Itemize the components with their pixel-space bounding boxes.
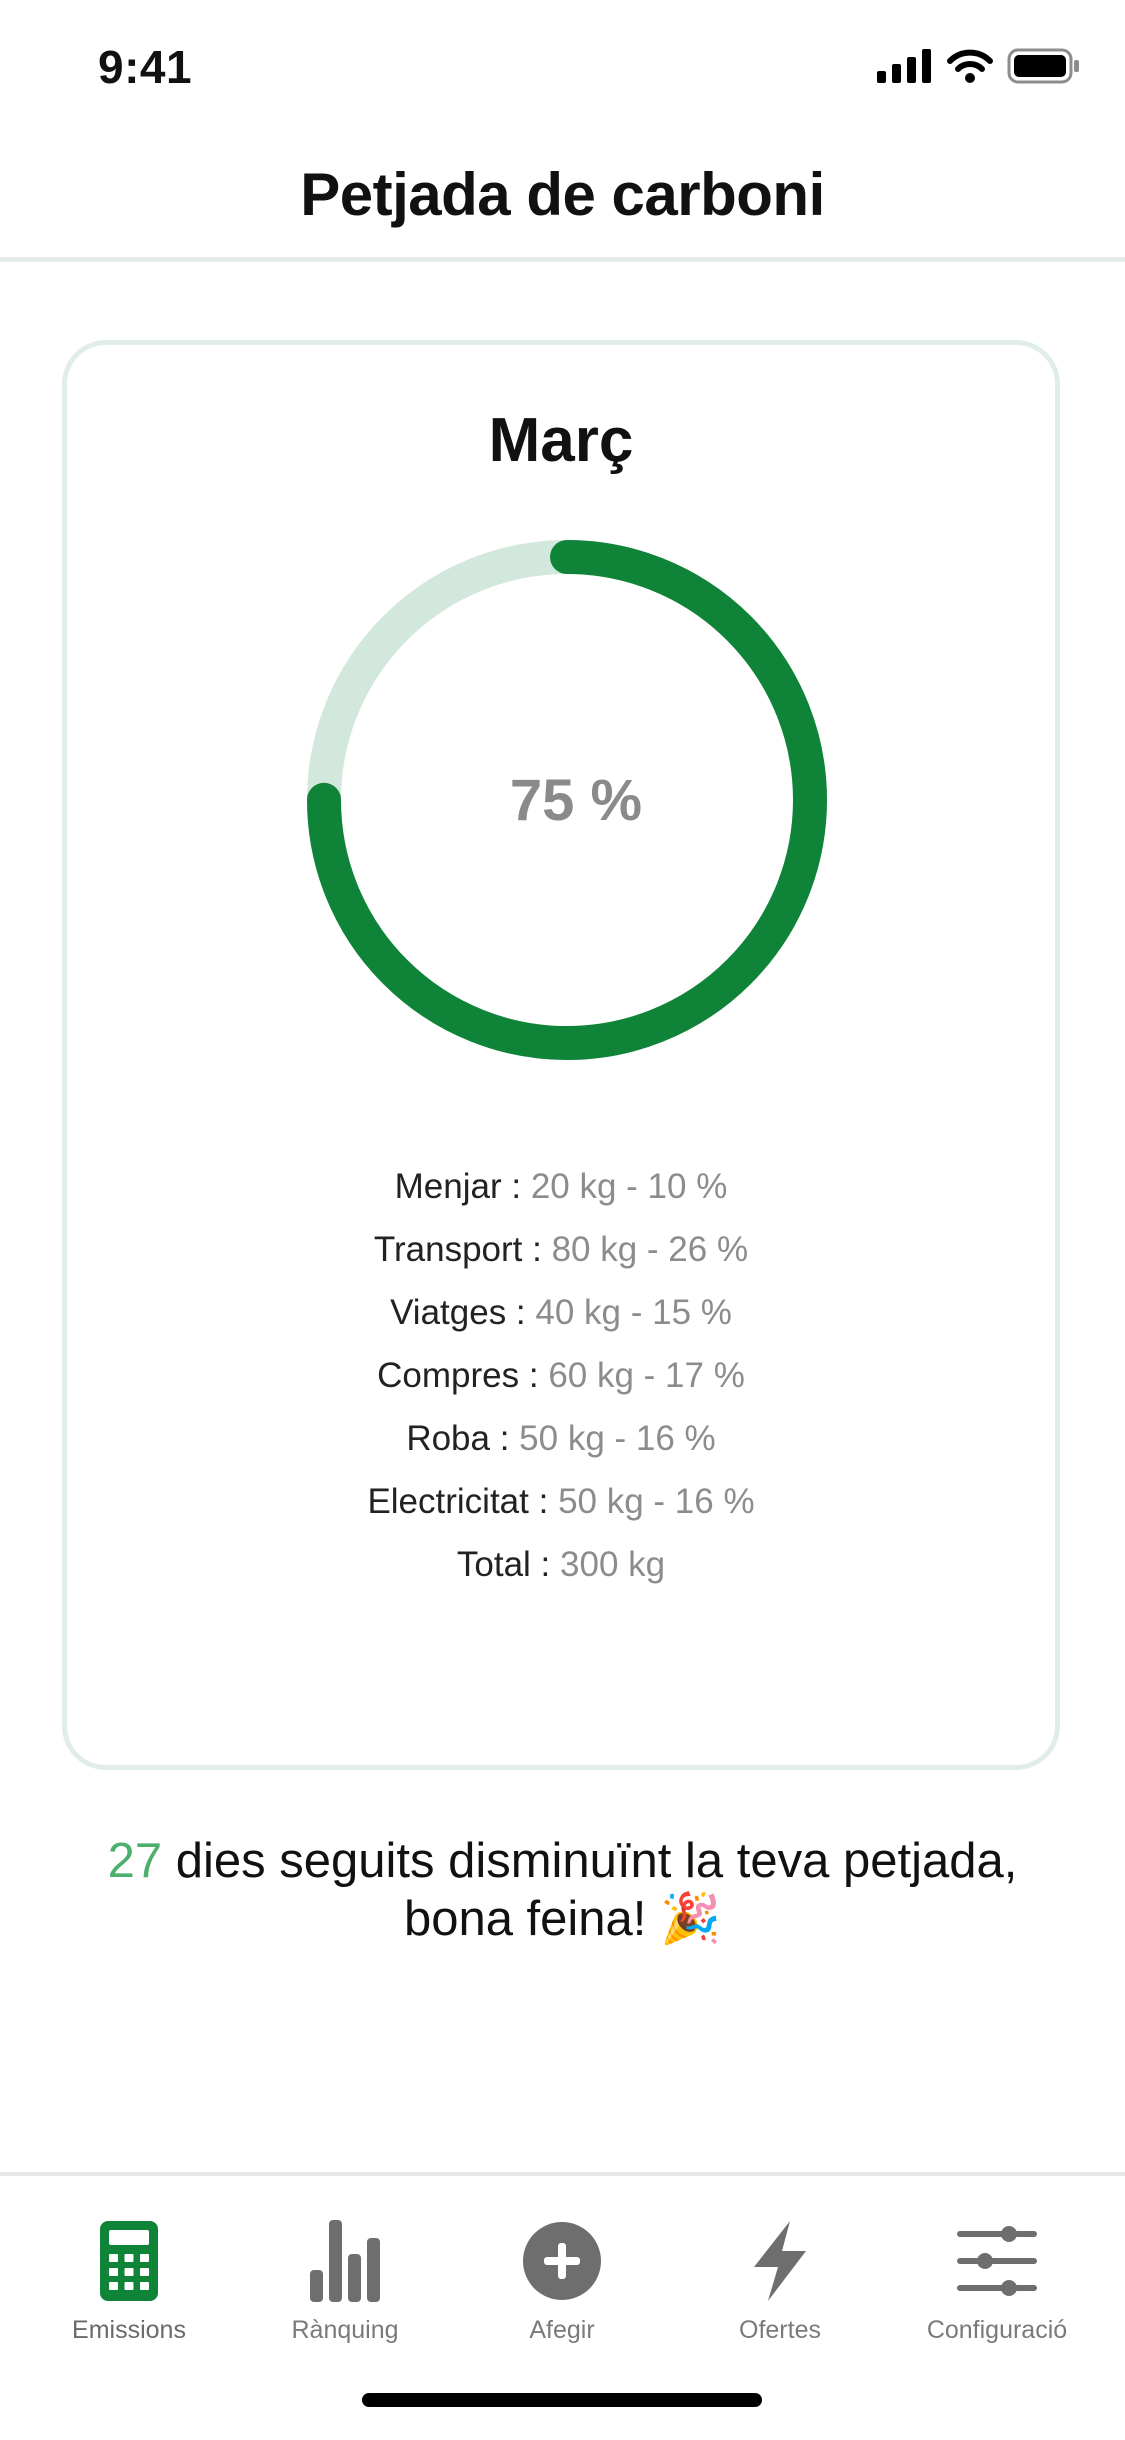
battery-icon: [1007, 48, 1079, 84]
cellular-signal-icon: [877, 49, 931, 83]
progress-percentage: 75 %: [509, 767, 643, 833]
emissions-breakdown: Menjar : 20 kg - 10 % Transport : 80 kg …: [67, 1155, 1055, 1596]
tab-label: Configuració: [926, 2316, 1068, 2344]
breakdown-row-compres: Compres : 60 kg - 17 %: [67, 1344, 1055, 1407]
breakdown-label: Electricitat :: [367, 1482, 549, 1521]
breakdown-label: Menjar :: [394, 1167, 522, 1206]
tab-ofertes[interactable]: Ofertes: [680, 2216, 880, 2345]
tab-label: Emissions: [72, 2316, 186, 2344]
home-indicator: [362, 2393, 762, 2407]
monthly-summary-card: Març 75 % Menjar : 20 kg - 10 % Transpor…: [62, 340, 1060, 1770]
breakdown-value: 50 kg - 16 %: [519, 1419, 716, 1458]
status-bar: 9:41: [0, 0, 1125, 132]
bar-chart-icon: [310, 2220, 380, 2302]
breakdown-label: Roba :: [406, 1419, 510, 1458]
breakdown-value: 300 kg: [560, 1545, 666, 1584]
tab-afegir[interactable]: Afegir: [462, 2216, 662, 2345]
tab-ranquing[interactable]: Rànquing: [245, 2216, 445, 2345]
wifi-icon: [947, 49, 993, 83]
breakdown-label: Total :: [456, 1545, 551, 1584]
streak-message: 27 dies seguits disminuïnt la teva petja…: [40, 1832, 1085, 1948]
breakdown-value: 20 kg - 10 %: [530, 1167, 728, 1206]
navigation-bar: Petjada de carboni: [0, 132, 1125, 262]
breakdown-row-total: Total : 300 kg: [67, 1533, 1055, 1596]
tab-emissions[interactable]: Emissions: [29, 2216, 229, 2345]
breakdown-row-menjar: Menjar : 20 kg - 10 %: [67, 1155, 1055, 1218]
tab-configuracio[interactable]: Configuració: [897, 2216, 1097, 2345]
breakdown-row-roba: Roba : 50 kg - 16 %: [67, 1407, 1055, 1470]
tab-label: Rànquing: [291, 2316, 399, 2344]
status-time: 9:41: [98, 41, 193, 93]
streak-text-line2: bona feina!: [403, 1892, 661, 1946]
page-title: Petjada de carboni: [300, 161, 825, 228]
breakdown-row-viatges: Viatges : 40 kg - 15 %: [67, 1281, 1055, 1344]
breakdown-label: Transport :: [373, 1230, 542, 1269]
breakdown-value: 60 kg - 17 %: [548, 1356, 745, 1395]
add-circle-icon: [523, 2222, 601, 2300]
sliders-icon: [957, 2226, 1037, 2296]
month-title: Març: [488, 406, 634, 475]
breakdown-label: Compres :: [377, 1356, 539, 1395]
status-icons: [877, 48, 1081, 84]
breakdown-value: 50 kg - 16 %: [558, 1482, 755, 1521]
breakdown-value: 40 kg - 15 %: [535, 1293, 732, 1332]
breakdown-value: 80 kg - 26 %: [551, 1230, 749, 1269]
breakdown-label: Viatges :: [390, 1293, 526, 1332]
streak-days: 27: [107, 1834, 163, 1888]
tab-label: Afegir: [529, 2316, 595, 2344]
party-popper-icon: 🎉: [660, 1892, 722, 1946]
breakdown-row-transport: Transport : 80 kg - 26 %: [67, 1218, 1055, 1281]
tab-label: Ofertes: [739, 2316, 821, 2344]
calculator-icon: [100, 2221, 158, 2301]
streak-text-line1: dies seguits disminuïnt la teva petjada,: [162, 1834, 1018, 1888]
tab-bar: Emissions Rànquing Afegir Ofertes Config…: [0, 2172, 1125, 2440]
breakdown-row-electricitat: Electricitat : 50 kg - 16 %: [67, 1470, 1055, 1533]
lightning-icon: [754, 2221, 806, 2301]
